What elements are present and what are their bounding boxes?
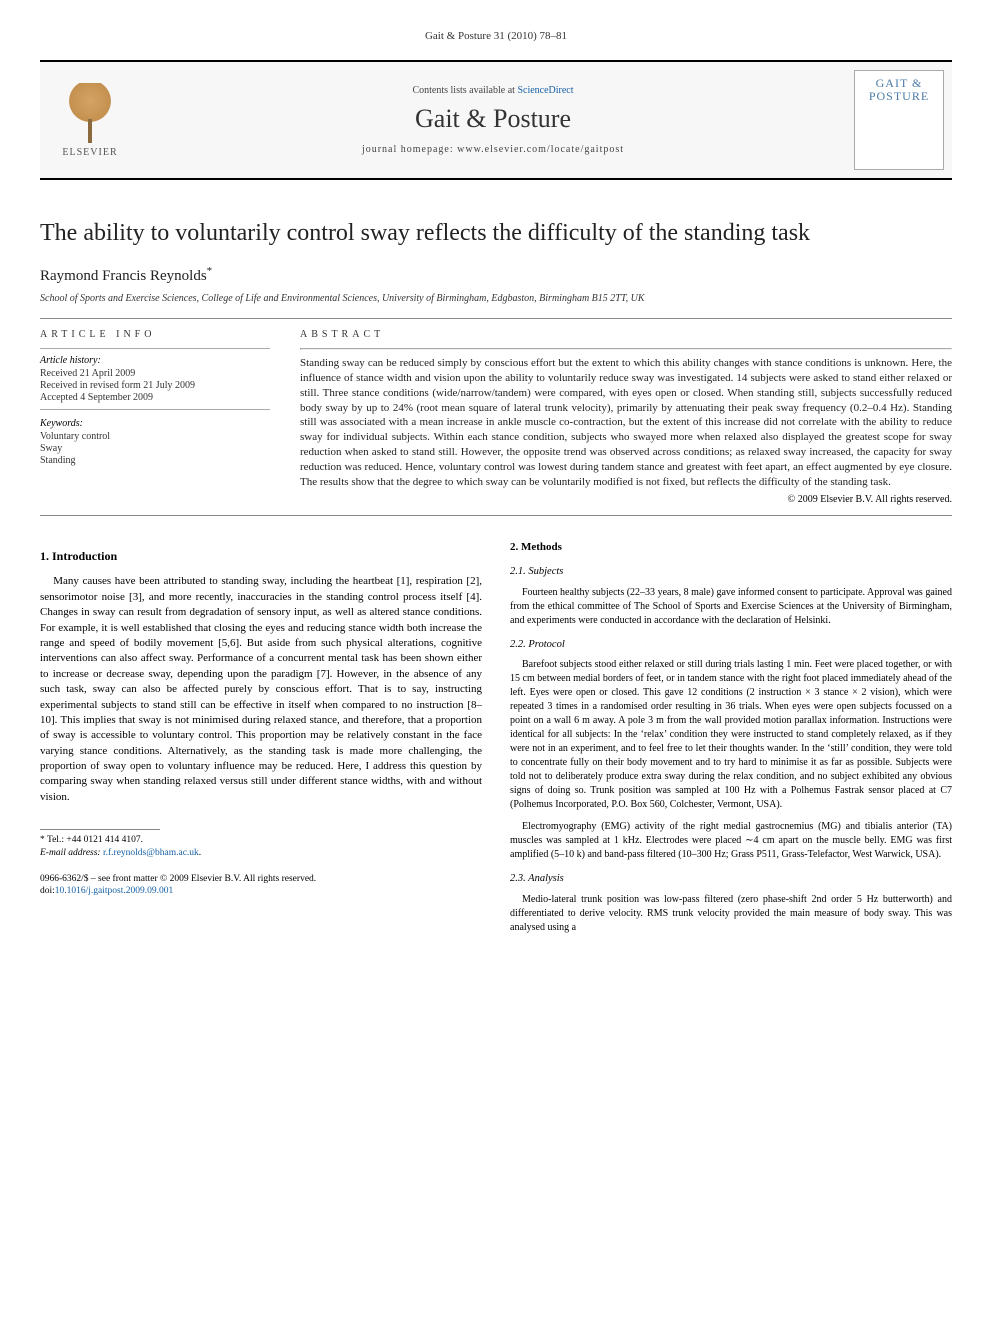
cover-title-line2: POSTURE: [869, 90, 929, 103]
abstract-heading: ABSTRACT: [300, 329, 952, 340]
front-matter-line: 0966-6362/$ – see front matter © 2009 El…: [40, 873, 482, 885]
running-head: Gait & Posture 31 (2010) 78–81: [40, 30, 952, 42]
keyword: Standing: [40, 455, 270, 466]
section-heading-intro: 1. Introduction: [40, 548, 482, 565]
abstract-column: ABSTRACT Standing sway can be reduced si…: [300, 329, 952, 505]
subsection-subjects: 2.1. Subjects: [510, 565, 952, 580]
author-line: Raymond Francis Reynolds*: [40, 265, 952, 285]
journal-header: ELSEVIER Contents lists available at Sci…: [40, 60, 952, 180]
article-body: 1. Introduction Many causes have been at…: [40, 540, 952, 935]
journal-cover-thumb: GAIT & POSTURE: [854, 70, 944, 170]
abstract-copyright: © 2009 Elsevier B.V. All rights reserved…: [300, 494, 952, 505]
section-heading-methods: 2. Methods: [510, 540, 952, 555]
received-date: Received 21 April 2009: [40, 368, 270, 379]
article-info: ARTICLE INFO Article history: Received 2…: [40, 329, 270, 505]
author-name: Raymond Francis Reynolds: [40, 268, 207, 284]
email-suffix: .: [199, 848, 201, 858]
author-email-link[interactable]: r.f.reynolds@bham.ac.uk: [103, 848, 199, 858]
analysis-paragraph: Medio-lateral trunk position was low-pas…: [510, 893, 952, 935]
tel-number: +44 0121 414 4107.: [66, 835, 143, 845]
contents-available: Contents lists available at ScienceDirec…: [412, 85, 573, 96]
corresponding-footnote: * Tel.: +44 0121 414 4107. E-mail addres…: [40, 834, 482, 859]
divider: [40, 409, 270, 410]
subjects-paragraph: Fourteen healthy subjects (22–33 years, …: [510, 586, 952, 628]
publisher-logo: ELSEVIER: [40, 62, 140, 178]
journal-name: Gait & Posture: [415, 104, 571, 134]
header-center: Contents lists available at ScienceDirec…: [140, 62, 846, 178]
article-info-heading: ARTICLE INFO: [40, 329, 270, 340]
divider: [40, 348, 270, 349]
email-label: E-mail address:: [40, 848, 103, 858]
keyword: Sway: [40, 443, 270, 454]
subsection-analysis: 2.3. Analysis: [510, 872, 952, 887]
contents-prefix: Contents lists available at: [412, 85, 517, 96]
divider: [300, 348, 952, 350]
doi-link[interactable]: 10.1016/j.gaitpost.2009.09.001: [55, 886, 174, 896]
info-abstract-row: ARTICLE INFO Article history: Received 2…: [40, 329, 952, 505]
corresponding-marker: *: [207, 265, 213, 277]
article-title: The ability to voluntarily control sway …: [40, 220, 952, 247]
keyword: Voluntary control: [40, 431, 270, 442]
subsection-protocol: 2.2. Protocol: [510, 638, 952, 653]
intro-paragraph: Many causes have been attributed to stan…: [40, 574, 482, 805]
doi-label: doi:: [40, 886, 55, 896]
sciencedirect-link[interactable]: ScienceDirect: [517, 85, 573, 96]
keywords-label: Keywords:: [40, 418, 270, 429]
publisher-name: ELSEVIER: [62, 147, 117, 158]
footnote-rule: [40, 829, 160, 830]
revised-date: Received in revised form 21 July 2009: [40, 380, 270, 391]
accepted-date: Accepted 4 September 2009: [40, 392, 270, 403]
protocol-paragraph-1: Barefoot subjects stood either relaxed o…: [510, 658, 952, 812]
divider: [40, 515, 952, 516]
abstract-text: Standing sway can be reduced simply by c…: [300, 356, 952, 490]
tel-label: * Tel.:: [40, 835, 66, 845]
elsevier-tree-icon: [60, 83, 120, 143]
history-label: Article history:: [40, 355, 270, 366]
protocol-paragraph-2: Electromyography (EMG) activity of the r…: [510, 820, 952, 862]
front-matter-block: 0966-6362/$ – see front matter © 2009 El…: [40, 873, 482, 898]
affiliation: School of Sports and Exercise Sciences, …: [40, 293, 952, 304]
divider: [40, 318, 952, 319]
journal-homepage: journal homepage: www.elsevier.com/locat…: [362, 144, 624, 155]
